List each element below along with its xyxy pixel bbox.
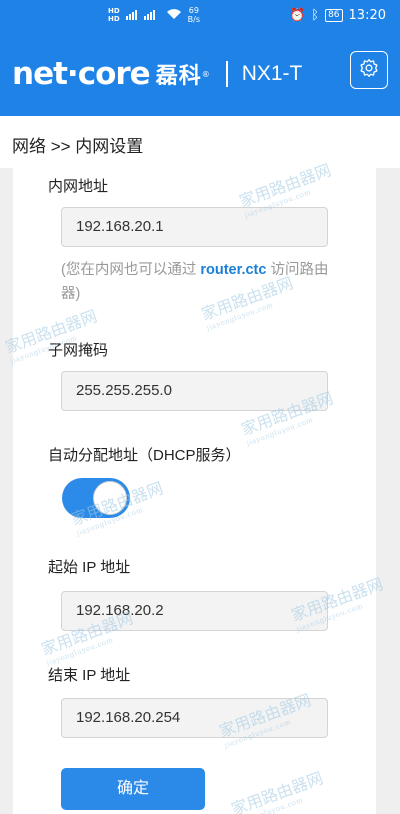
hd-indicator: HD HD <box>108 7 120 23</box>
start-ip-field[interactable]: 192.168.20.2 <box>61 591 328 631</box>
start-ip-label: 起始 IP 地址 <box>48 559 131 576</box>
status-bar: HD HD 69 B/s ⏰ ᛒ 86 13:20 <box>0 0 400 34</box>
status-left: HD HD 69 B/s <box>108 6 200 24</box>
logo-cn: 磊科 <box>155 64 202 89</box>
dhcp-label: 自动分配地址（DHCP服务） <box>48 447 241 464</box>
access-hint: (您在内网也可以通过 router.ctc 访问路由器) <box>61 262 329 302</box>
net-speed: 69 B/s <box>187 6 201 24</box>
lan-ip-label: 内网地址 <box>48 178 109 195</box>
brand: net·core 磊科 ® NX1-T <box>12 56 302 92</box>
logo-text: net·core <box>12 56 151 92</box>
clock: 13:20 <box>348 8 386 23</box>
alarm-icon: ⏰ <box>289 8 306 23</box>
app-header: HD HD 69 B/s ⏰ ᛒ 86 13:20 net·core 磊科 ® … <box>0 0 400 116</box>
subnet-mask-field[interactable]: 255.255.255.0 <box>61 371 328 411</box>
toggle-knob <box>93 481 127 515</box>
gear-icon <box>359 58 379 82</box>
divider <box>225 61 228 87</box>
dhcp-toggle[interactable] <box>62 478 130 518</box>
lan-ip-field[interactable]: 192.168.20.1 <box>61 207 328 247</box>
signal-icon <box>125 8 160 23</box>
battery-icon: 86 <box>325 9 343 22</box>
status-right: ⏰ ᛒ 86 13:20 <box>289 8 386 23</box>
wifi-icon <box>166 8 182 23</box>
subnet-mask-label: 子网掩码 <box>48 342 109 359</box>
confirm-button[interactable]: 确定 <box>61 768 205 810</box>
device-model: NX1-T <box>241 62 303 85</box>
router-domain-link[interactable]: router.ctc <box>200 262 266 278</box>
breadcrumb: 网络 >> 内网设置 <box>0 116 400 168</box>
end-ip-field[interactable]: 192.168.20.254 <box>61 698 328 738</box>
settings-button[interactable] <box>350 51 388 89</box>
end-ip-label: 结束 IP 地址 <box>48 667 131 684</box>
bluetooth-icon: ᛒ <box>311 8 320 23</box>
registered-mark: ® <box>201 69 210 79</box>
